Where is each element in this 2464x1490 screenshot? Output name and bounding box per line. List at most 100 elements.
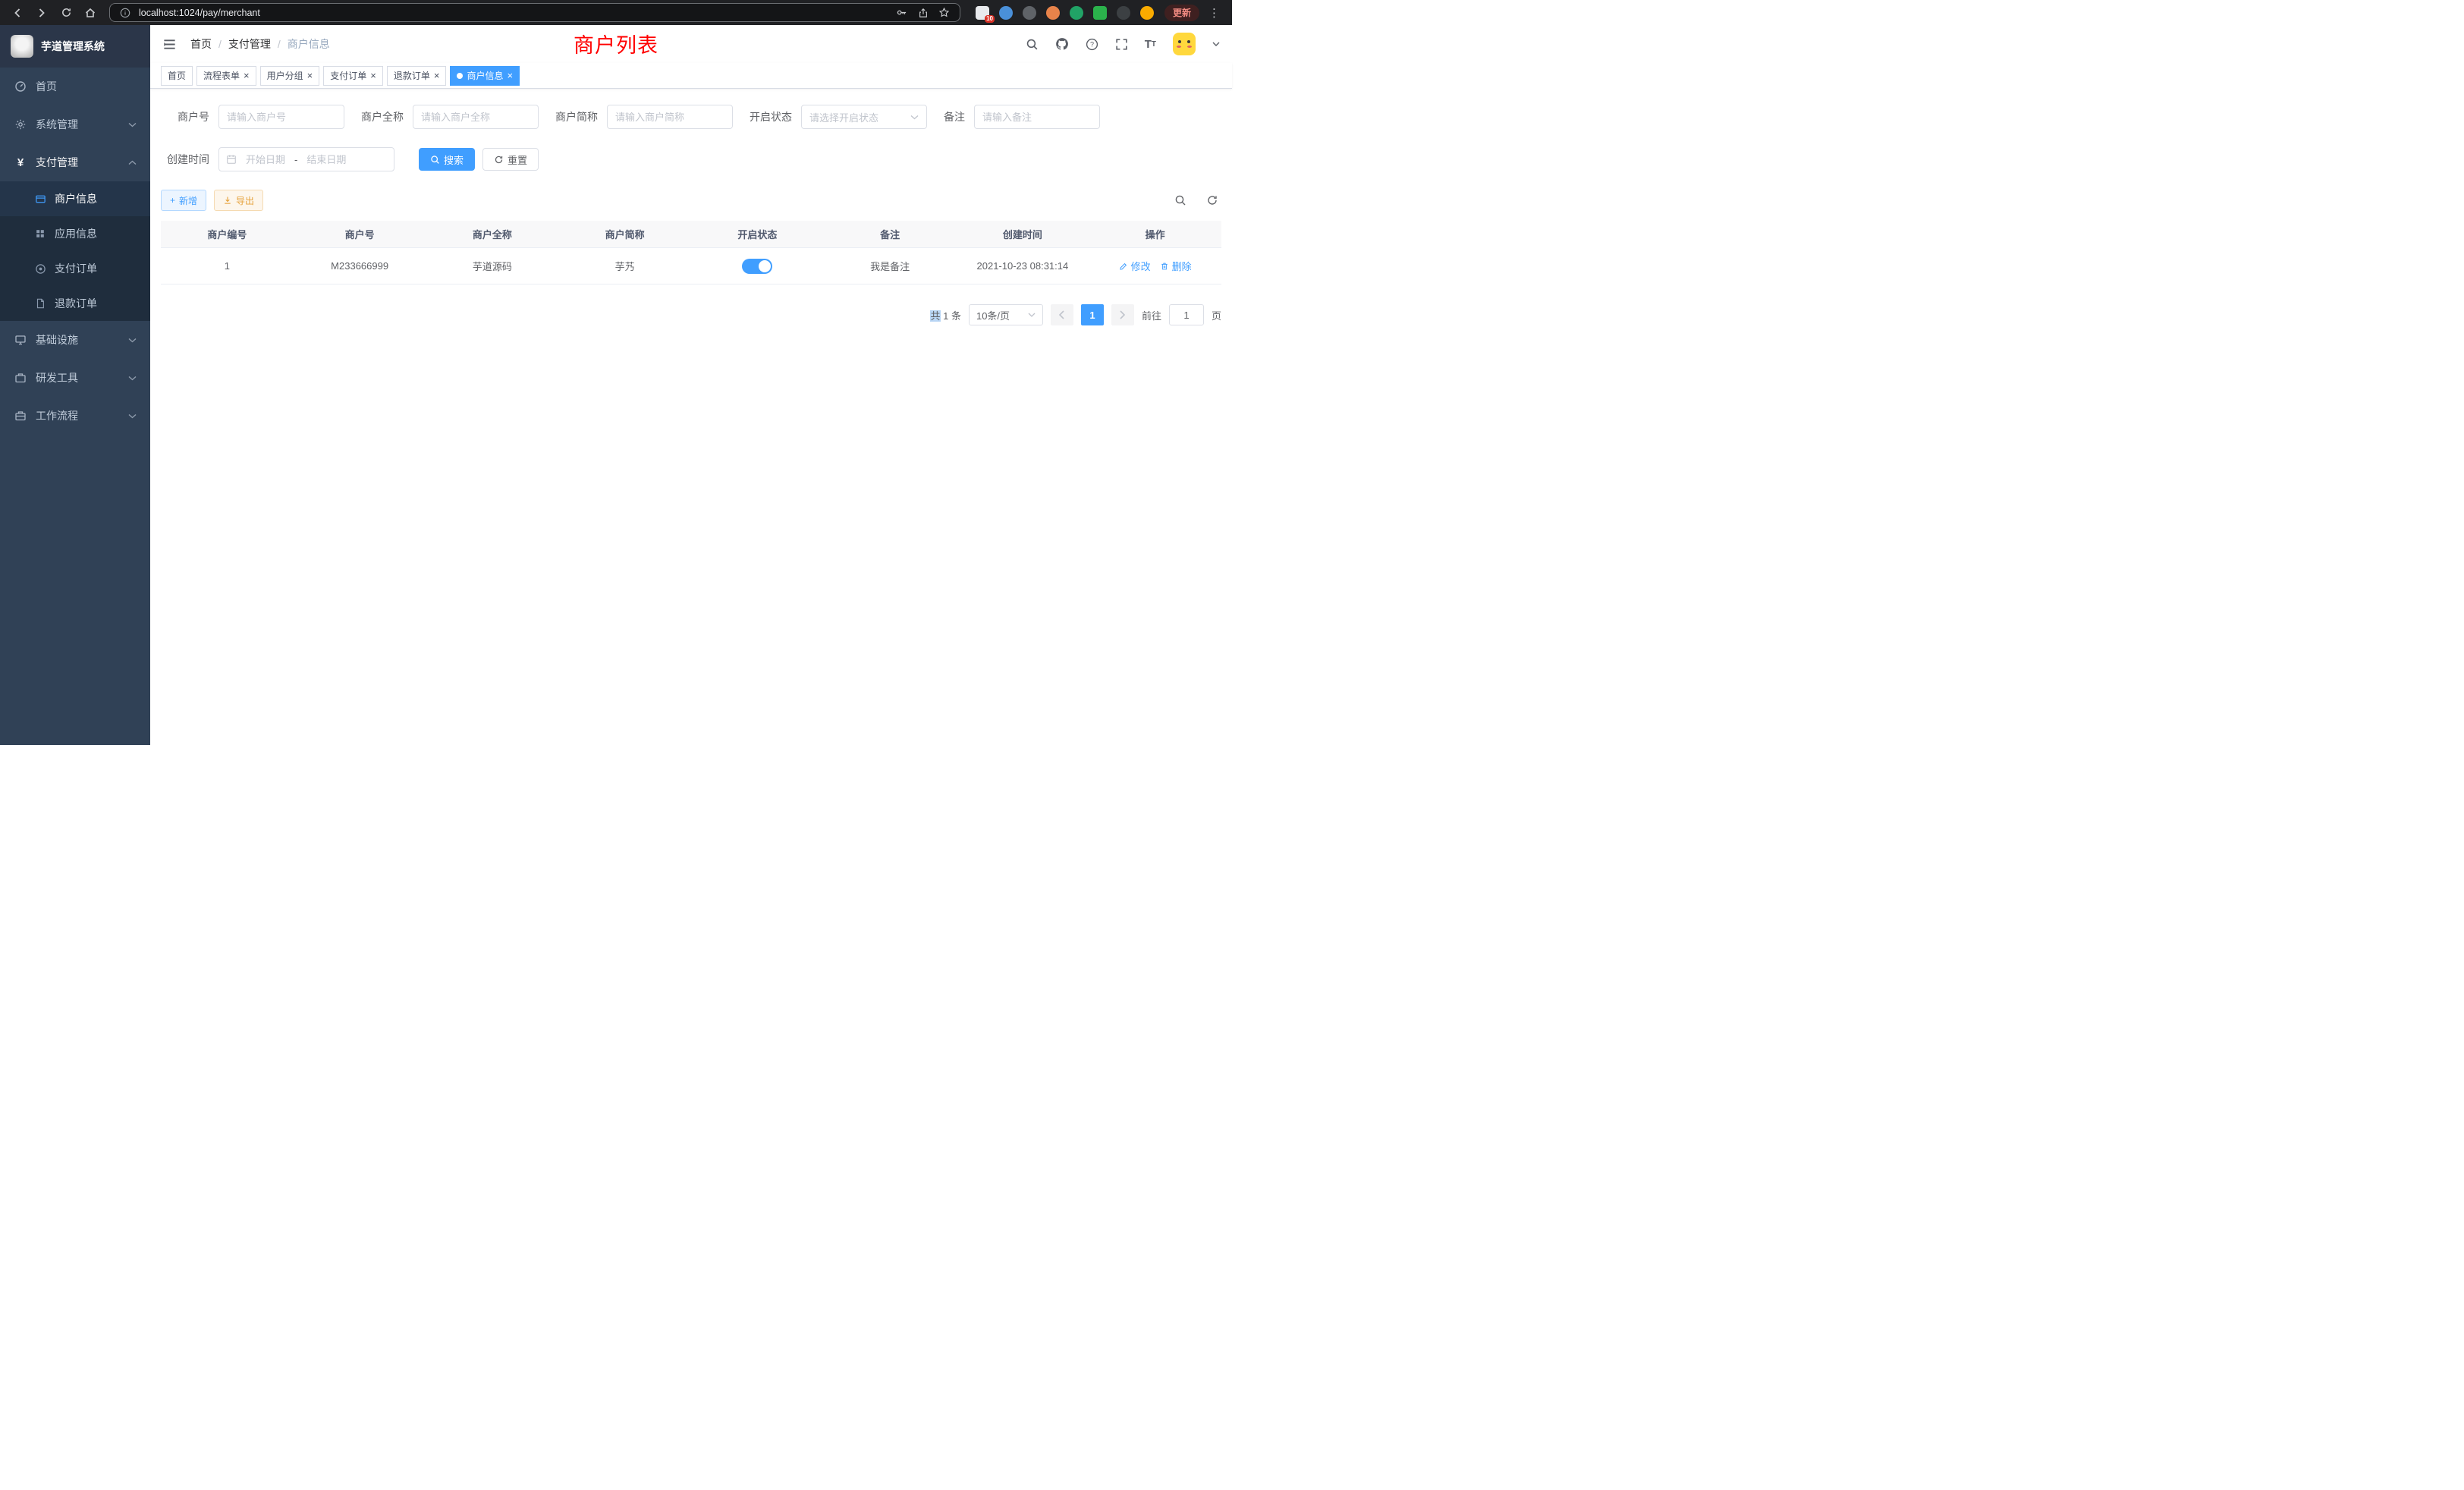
prev-page-button[interactable] bbox=[1051, 304, 1073, 325]
extension-icon-1[interactable]: 10 bbox=[976, 6, 989, 20]
hamburger-icon[interactable] bbox=[162, 37, 177, 52]
page-content: 商户号 商户全称 商户简称 开启状态 请选择开启状态 bbox=[150, 89, 1232, 745]
breadcrumb-item-payment[interactable]: 支付管理 bbox=[228, 36, 271, 52]
extensions-cluster: 10 bbox=[976, 6, 1154, 20]
tab-home[interactable]: 首页 bbox=[161, 66, 193, 86]
remark-input[interactable] bbox=[982, 112, 1092, 123]
browser-chrome: localhost:1024/pay/merchant 10 更新 ⋮ bbox=[0, 0, 1232, 25]
browser-update-button[interactable]: 更新 bbox=[1164, 5, 1199, 21]
page-size-select[interactable]: 10条/页 bbox=[969, 304, 1043, 325]
sidebar-item-workflow[interactable]: 工作流程 bbox=[0, 397, 150, 435]
sidebar-item-label: 基础设施 bbox=[36, 332, 78, 347]
user-avatar[interactable] bbox=[1173, 33, 1196, 55]
url-text[interactable]: localhost:1024/pay/merchant bbox=[139, 8, 888, 18]
merchant-no-input[interactable] bbox=[227, 112, 336, 123]
cell-id: 1 bbox=[161, 260, 294, 272]
card-icon bbox=[33, 193, 47, 205]
bookmark-star-icon[interactable] bbox=[937, 5, 952, 20]
edit-link[interactable]: 修改 bbox=[1119, 259, 1151, 273]
password-key-icon[interactable] bbox=[894, 5, 910, 20]
field-label: 商户号 bbox=[161, 109, 218, 124]
page-info-icon[interactable] bbox=[118, 5, 133, 20]
search-button-label: 搜索 bbox=[444, 152, 464, 167]
close-icon[interactable]: × bbox=[507, 71, 513, 80]
close-icon[interactable]: × bbox=[244, 71, 250, 80]
share-icon[interactable] bbox=[916, 5, 931, 20]
page-annotation: 商户列表 bbox=[574, 29, 658, 58]
next-page-button[interactable] bbox=[1111, 304, 1134, 325]
close-icon[interactable]: × bbox=[370, 71, 376, 80]
toggle-search-icon[interactable] bbox=[1174, 194, 1186, 206]
trash-icon bbox=[1160, 262, 1169, 271]
chevron-up-icon bbox=[128, 160, 137, 165]
breadcrumb-item-home[interactable]: 首页 bbox=[190, 36, 212, 52]
extension-icon-8[interactable] bbox=[1140, 6, 1154, 20]
date-start-input[interactable] bbox=[240, 154, 291, 165]
tab-process-form[interactable]: 流程表单 × bbox=[196, 66, 256, 86]
merchant-short-name-input[interactable] bbox=[615, 112, 724, 123]
close-icon[interactable]: × bbox=[434, 71, 440, 80]
fullscreen-icon[interactable] bbox=[1115, 38, 1128, 51]
reset-button[interactable]: 重置 bbox=[482, 148, 539, 171]
close-icon[interactable]: × bbox=[307, 71, 313, 80]
briefcase-icon bbox=[14, 410, 27, 422]
date-range-picker[interactable]: - bbox=[218, 147, 394, 171]
status-toggle[interactable] bbox=[742, 259, 772, 274]
tab-refund-order[interactable]: 退款订单 × bbox=[387, 66, 447, 86]
sidebar-item-payment[interactable]: ¥ 支付管理 bbox=[0, 143, 150, 181]
refresh-table-icon[interactable] bbox=[1206, 194, 1218, 206]
help-icon[interactable]: ? bbox=[1086, 38, 1098, 51]
sidebar-item-app-info[interactable]: 应用信息 bbox=[0, 216, 150, 251]
merchant-full-name-input[interactable] bbox=[421, 112, 530, 123]
tab-user-group[interactable]: 用户分组 × bbox=[260, 66, 320, 86]
navbar: 首页 / 支付管理 / 商户信息 ? bbox=[150, 25, 1232, 63]
browser-menu-icon[interactable]: ⋮ bbox=[1204, 6, 1224, 20]
browser-back-icon[interactable] bbox=[8, 3, 27, 23]
chevron-down-icon bbox=[1028, 313, 1036, 317]
date-range-separator: - bbox=[294, 154, 297, 165]
cell-remark: 我是备注 bbox=[824, 259, 957, 273]
search-icon[interactable] bbox=[1026, 38, 1039, 51]
export-button[interactable]: 导出 bbox=[214, 190, 263, 211]
sidebar-item-label: 商户信息 bbox=[55, 191, 97, 206]
extension-icon-5[interactable] bbox=[1070, 6, 1083, 20]
browser-forward-icon[interactable] bbox=[32, 3, 52, 23]
goto-page-input[interactable] bbox=[1169, 304, 1204, 325]
sidebar-item-dev-tools[interactable]: 研发工具 bbox=[0, 359, 150, 397]
tab-pay-order[interactable]: 支付订单 × bbox=[323, 66, 383, 86]
app-title: 芋道管理系统 bbox=[41, 39, 105, 54]
sidebar-item-label: 系统管理 bbox=[36, 117, 78, 132]
col-header: 创建时间 bbox=[957, 227, 1089, 241]
delete-link[interactable]: 删除 bbox=[1160, 259, 1192, 273]
url-bar[interactable]: localhost:1024/pay/merchant bbox=[109, 3, 960, 22]
sidebar-logo[interactable]: 芋道管理系统 bbox=[0, 25, 150, 68]
sidebar-item-merchant-info[interactable]: 商户信息 bbox=[0, 181, 150, 216]
status-select[interactable]: 请选择开启状态 bbox=[801, 105, 927, 129]
col-header: 操作 bbox=[1089, 227, 1221, 241]
tab-merchant-info[interactable]: 商户信息 × bbox=[450, 66, 520, 86]
font-size-icon[interactable]: TT bbox=[1145, 38, 1156, 51]
page-number-1[interactable]: 1 bbox=[1081, 304, 1104, 325]
payment-submenu: 商户信息 应用信息 支付订单 bbox=[0, 181, 150, 321]
cell-create-time: 2021-10-23 08:31:14 bbox=[957, 260, 1089, 272]
browser-home-icon[interactable] bbox=[80, 3, 100, 23]
sidebar-item-pay-order[interactable]: 支付订单 bbox=[0, 251, 150, 286]
delete-label: 删除 bbox=[1172, 259, 1192, 273]
sidebar-item-infra[interactable]: 基础设施 bbox=[0, 321, 150, 359]
add-button[interactable]: + 新增 bbox=[161, 190, 206, 211]
sidebar-item-refund-order[interactable]: 退款订单 bbox=[0, 286, 150, 321]
browser-reload-icon[interactable] bbox=[56, 3, 76, 23]
search-button[interactable]: 搜索 bbox=[419, 148, 475, 171]
extension-icon-2[interactable] bbox=[999, 6, 1013, 20]
date-end-input[interactable] bbox=[301, 154, 351, 165]
extension-icon-7[interactable] bbox=[1117, 6, 1130, 20]
extension-icon-4[interactable] bbox=[1046, 6, 1060, 20]
github-icon[interactable] bbox=[1055, 37, 1069, 51]
sidebar-item-label: 支付管理 bbox=[36, 155, 78, 170]
avatar-caret-icon[interactable] bbox=[1212, 42, 1220, 46]
sidebar-item-home[interactable]: 首页 bbox=[0, 68, 150, 105]
sidebar-item-system[interactable]: 系统管理 bbox=[0, 105, 150, 143]
extension-icon-3[interactable] bbox=[1023, 6, 1036, 20]
extension-icon-6[interactable] bbox=[1093, 6, 1107, 20]
gear-icon bbox=[14, 118, 27, 130]
